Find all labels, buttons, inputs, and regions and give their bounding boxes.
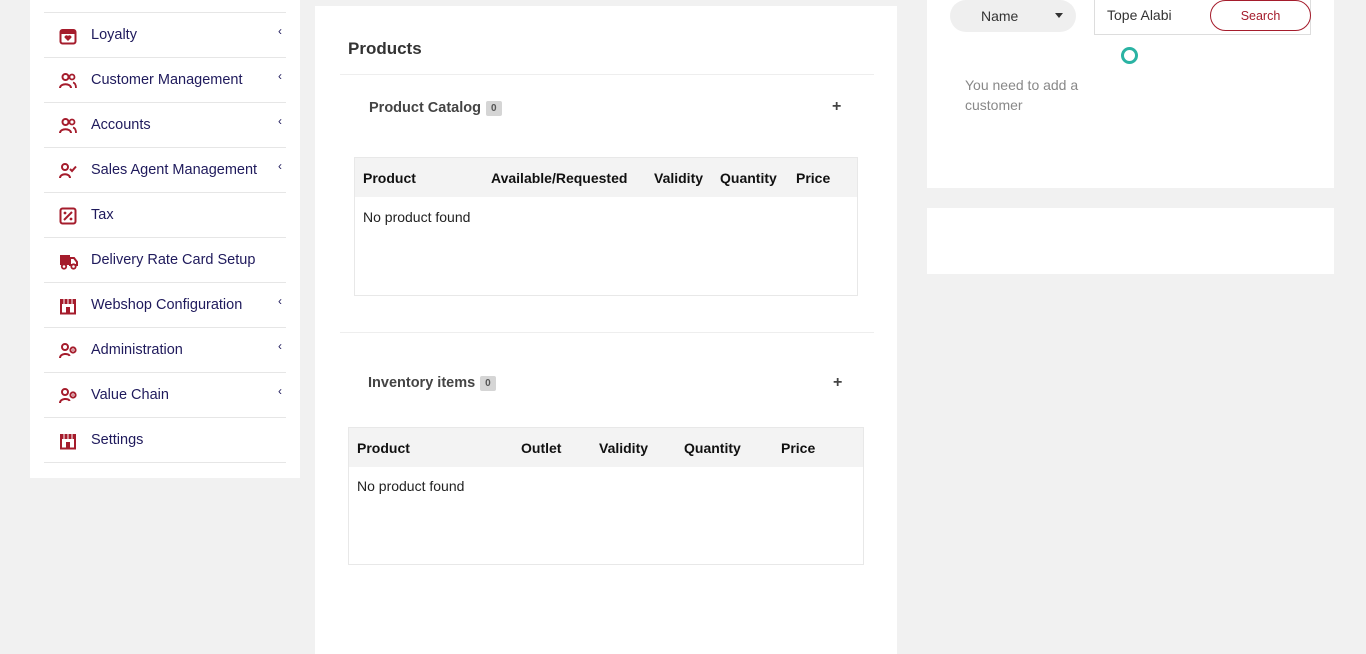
- sidebar-item-label: Delivery Rate Card Setup: [91, 252, 256, 268]
- sidebar-item-loyalty[interactable]: Loyalty ‹: [44, 13, 286, 58]
- users-icon: [58, 71, 78, 91]
- chevron-left-icon: ‹: [278, 114, 282, 128]
- search-field-select[interactable]: Name: [950, 0, 1076, 32]
- customer-search-panel: Name Search You need to add a customer: [927, 0, 1334, 188]
- table-header: Product Available/Requested Validity Qua…: [355, 158, 857, 197]
- column-header[interactable]: Validity: [654, 170, 703, 186]
- sidebar-menu: Loyalty ‹ Customer Management ‹ Accounts…: [44, 12, 286, 463]
- gift-icon: [58, 26, 78, 46]
- add-inventory-item-button[interactable]: +: [833, 375, 842, 391]
- section-title: Inventory items: [368, 375, 476, 391]
- sidebar-item-value-chain[interactable]: Value Chain ‹: [44, 373, 286, 418]
- chevron-left-icon: ‹: [278, 384, 282, 398]
- sidebar-item-label: Webshop Configuration: [91, 297, 243, 313]
- store-icon: [58, 296, 78, 316]
- sidebar: Loyalty ‹ Customer Management ‹ Accounts…: [30, 0, 300, 478]
- search-button[interactable]: Search: [1210, 0, 1311, 31]
- column-header[interactable]: Product: [357, 440, 410, 456]
- sidebar-item-label: Administration: [91, 342, 183, 358]
- add-customer-hint: You need to add a customer: [965, 77, 1079, 113]
- divider: [340, 332, 874, 333]
- column-header[interactable]: Product: [363, 170, 416, 186]
- column-header[interactable]: Quantity: [720, 170, 777, 186]
- chevron-left-icon: ‹: [278, 159, 282, 173]
- column-header[interactable]: Price: [781, 440, 815, 456]
- empty-state-text: No product found: [363, 209, 471, 225]
- truck-icon: [58, 251, 78, 271]
- sidebar-item-accounts[interactable]: Accounts ‹: [44, 103, 286, 148]
- sidebar-item-label: Tax: [91, 207, 114, 223]
- sidebar-item-label: Accounts: [91, 117, 151, 133]
- column-header[interactable]: Outlet: [521, 440, 561, 456]
- inventory-items-header: Inventory items 0: [368, 375, 496, 391]
- sidebar-item-customer-management[interactable]: Customer Management ‹: [44, 58, 286, 103]
- percent-icon: [58, 206, 78, 226]
- column-header[interactable]: Price: [796, 170, 830, 186]
- product-catalog-table: Product Available/Requested Validity Qua…: [354, 157, 858, 296]
- customer-details-panel: [927, 208, 1334, 274]
- caret-down-icon: [1055, 13, 1063, 18]
- sidebar-item-settings[interactable]: Settings: [44, 418, 286, 463]
- user-gear-icon: [58, 386, 78, 406]
- chevron-left-icon: ‹: [278, 69, 282, 83]
- divider: [340, 74, 874, 75]
- inventory-items-table: Product Outlet Validity Quantity Price N…: [348, 427, 864, 565]
- loading-spinner-icon: [1121, 47, 1138, 64]
- sidebar-item-tax[interactable]: Tax: [44, 193, 286, 238]
- table-header: Product Outlet Validity Quantity Price: [349, 428, 863, 467]
- page-title: Products: [348, 39, 422, 58]
- sidebar-item-delivery-rate-card[interactable]: Delivery Rate Card Setup: [44, 238, 286, 283]
- chevron-left-icon: ‹: [278, 339, 282, 353]
- search-input[interactable]: [1107, 7, 1207, 23]
- empty-state-text: No product found: [357, 478, 465, 494]
- sidebar-item-label: Settings: [91, 432, 144, 448]
- column-header[interactable]: Available/Requested: [491, 170, 627, 186]
- sidebar-item-label: Loyalty: [91, 27, 137, 43]
- chevron-left-icon: ‹: [278, 24, 282, 38]
- store-icon: [58, 431, 78, 451]
- sidebar-item-label: Sales Agent Management: [91, 162, 258, 178]
- user-check-icon: [58, 161, 78, 181]
- products-panel: Products Product Catalog 0 + Product Ava…: [315, 6, 897, 654]
- chevron-left-icon: ‹: [278, 294, 282, 308]
- users-icon: [58, 116, 78, 136]
- sidebar-item-sales-agent-management[interactable]: Sales Agent Management ‹: [44, 148, 286, 193]
- select-value: Name: [981, 8, 1019, 24]
- sidebar-item-administration[interactable]: Administration ‹: [44, 328, 286, 373]
- count-badge: 0: [485, 100, 502, 116]
- sidebar-item-label: Customer Management: [91, 72, 243, 88]
- add-product-catalog-button[interactable]: +: [832, 99, 841, 115]
- sidebar-item-label: Value Chain: [91, 387, 169, 403]
- column-header[interactable]: Validity: [599, 440, 648, 456]
- product-catalog-header: Product Catalog 0: [369, 100, 502, 116]
- user-gear-icon: [58, 341, 78, 361]
- sidebar-item-webshop-configuration[interactable]: Webshop Configuration ‹: [44, 283, 286, 328]
- column-header[interactable]: Quantity: [684, 440, 741, 456]
- count-badge: 0: [480, 375, 496, 391]
- section-title: Product Catalog: [369, 100, 481, 116]
